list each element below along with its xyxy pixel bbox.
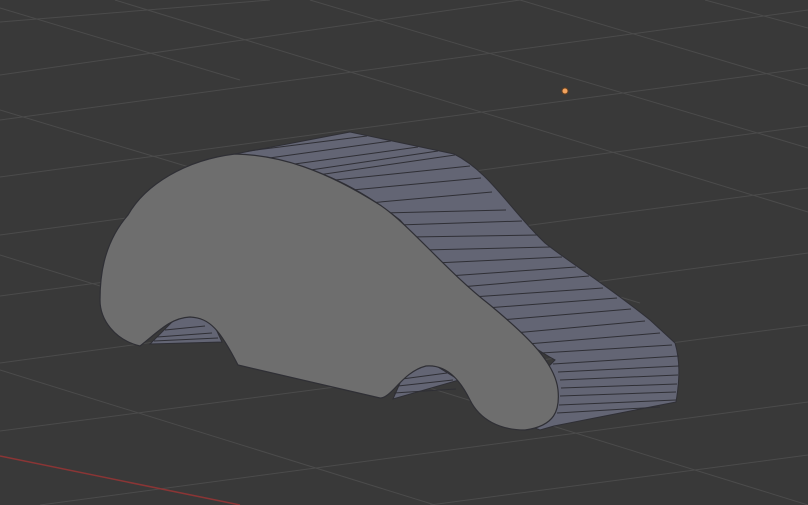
viewport-canvas[interactable] [0,0,808,505]
x-axis-line [0,455,241,505]
lamp-icon[interactable] [561,87,569,95]
3d-viewport[interactable] [0,0,808,505]
